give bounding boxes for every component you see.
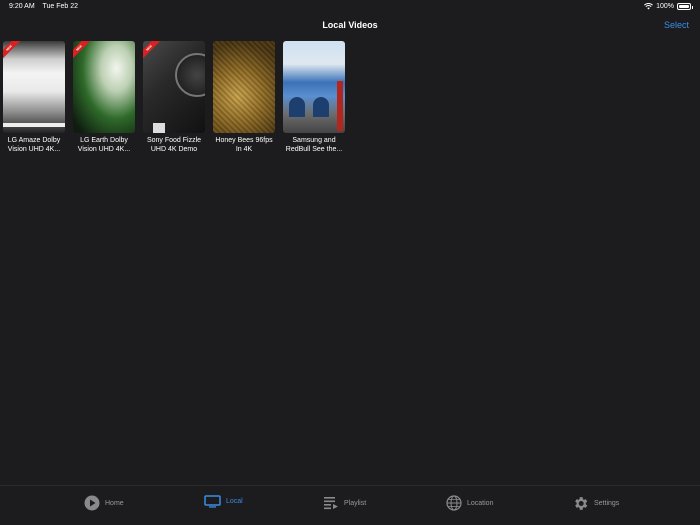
- video-title-line1: LG Amaze Dolby: [7, 137, 61, 144]
- video-thumbnail[interactable]: NEW: [143, 41, 205, 133]
- thumbnail-arch-shape: [289, 97, 305, 117]
- thumbnail-red-strip: [337, 81, 343, 131]
- globe-icon: [446, 495, 462, 511]
- tab-home-label: Home: [105, 499, 124, 507]
- video-card[interactable]: NEW Sony Food Fizzle UHD 4K Demo: [143, 41, 205, 154]
- status-right: 100%: [644, 3, 693, 10]
- thumbnail-disc-shape: [175, 53, 205, 97]
- video-title: Samsung and RedBull See the...: [283, 136, 345, 154]
- video-title-line2: UHD 4K Demo: [150, 146, 198, 153]
- video-thumbnail[interactable]: [283, 41, 345, 133]
- tab-local[interactable]: Local: [204, 495, 243, 508]
- video-thumbnail[interactable]: NEW: [73, 41, 135, 133]
- video-card[interactable]: Samsung and RedBull See the...: [283, 41, 345, 154]
- video-card[interactable]: NEW LG Amaze Dolby Vision UHD 4K...: [3, 41, 65, 154]
- video-title: Honey Bees 96fps In 4K: [213, 136, 275, 154]
- battery-icon: [677, 3, 693, 10]
- tab-playlist-label: Playlist: [344, 499, 367, 507]
- tab-location-label: Location: [467, 499, 494, 507]
- video-title-line2: Vision UHD 4K...: [7, 146, 61, 153]
- new-badge: NEW: [143, 41, 162, 61]
- video-title-line2: RedBull See the...: [285, 146, 343, 153]
- tab-home[interactable]: Home: [84, 495, 124, 511]
- tab-local-label: Local: [226, 498, 243, 505]
- tab-settings-label: Settings: [594, 500, 620, 507]
- battery-fill: [679, 5, 689, 8]
- wifi-icon: [644, 3, 654, 10]
- video-thumbnail[interactable]: [213, 41, 275, 133]
- video-grid: NEW LG Amaze Dolby Vision UHD 4K... NEW …: [3, 41, 345, 154]
- playlist-icon: [324, 497, 338, 510]
- status-time: 9:20 AM: [9, 3, 35, 10]
- video-thumbnail[interactable]: NEW: [3, 41, 65, 133]
- new-badge: NEW: [73, 41, 92, 61]
- video-card[interactable]: Honey Bees 96fps In 4K: [213, 41, 275, 154]
- tab-playlist[interactable]: Playlist: [323, 495, 366, 511]
- tab-settings[interactable]: Settings: [572, 495, 619, 512]
- video-title-line1: Samsung and: [292, 137, 336, 144]
- play-circle-icon: [84, 495, 100, 511]
- select-button[interactable]: Select: [664, 20, 689, 30]
- thumbnail-base-shape: [153, 123, 165, 133]
- gear-icon: [575, 497, 588, 510]
- battery-percent: 100%: [656, 3, 674, 10]
- video-title-line1: Sony Food Fizzle: [146, 137, 202, 144]
- status-date: Tue Feb 22: [42, 3, 79, 10]
- monitor-icon: [204, 495, 221, 508]
- new-badge: NEW: [3, 41, 22, 61]
- tab-location[interactable]: Location: [446, 495, 493, 511]
- tab-bar: Home Local Playlist Location Settings: [0, 485, 700, 525]
- video-title-line2: In 4K: [235, 146, 253, 153]
- video-title-line1: LG Earth Dolby: [80, 137, 128, 144]
- thumbnail-arch-shape: [313, 97, 329, 117]
- page-title: Local Videos: [322, 20, 378, 30]
- status-bar: 9:20 AM Tue Feb 22 100%: [0, 0, 700, 14]
- video-title: LG Earth Dolby Vision UHD 4K...: [73, 136, 135, 154]
- video-title: LG Amaze Dolby Vision UHD 4K...: [3, 136, 65, 154]
- status-left: 9:20 AM Tue Feb 22: [9, 3, 84, 10]
- navigation-bar: Local Videos Select: [0, 14, 700, 38]
- video-title: Sony Food Fizzle UHD 4K Demo: [143, 136, 205, 154]
- video-card[interactable]: NEW LG Earth Dolby Vision UHD 4K...: [73, 41, 135, 154]
- video-title-line1: Honey Bees 96fps: [215, 137, 273, 144]
- video-title-line2: Vision UHD 4K...: [77, 146, 131, 153]
